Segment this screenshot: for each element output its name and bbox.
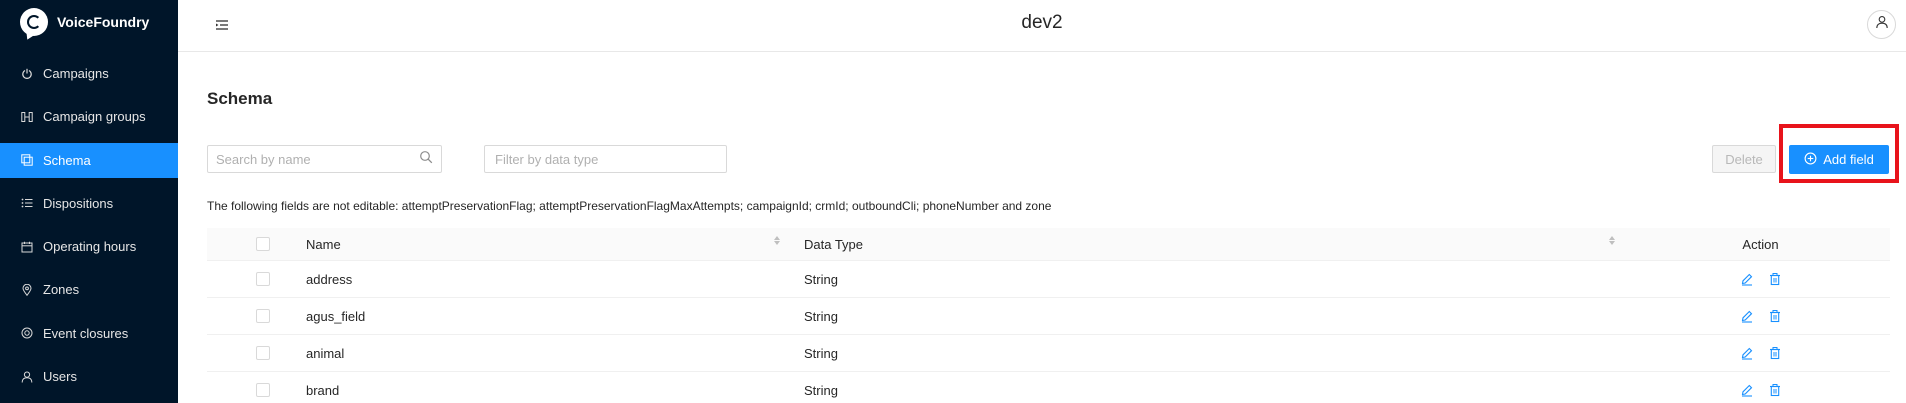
- campaign-groups-icon: [21, 111, 33, 123]
- sidebar-item-label: Event closures: [43, 325, 129, 341]
- row-checkbox-cell: [207, 346, 306, 360]
- page-title: Schema: [207, 89, 273, 108]
- sidebar-item-zones[interactable]: Zones: [0, 272, 178, 307]
- search-icon[interactable]: [419, 150, 433, 169]
- table-header: Name Data Type Action: [207, 228, 1890, 261]
- highlight-box: [1779, 124, 1899, 183]
- voicefoundry-logo-icon: [20, 8, 48, 36]
- field-name-cell: address: [306, 271, 353, 287]
- table-row: agus_field String: [207, 298, 1890, 335]
- non-editable-fields-note: The following fields are not editable: a…: [207, 199, 1052, 213]
- trash-icon[interactable]: [1768, 383, 1782, 397]
- data-type-cell: String: [804, 345, 838, 361]
- main-content: Schema Delete Add field The following fi…: [178, 52, 1906, 403]
- target-icon: [21, 327, 33, 339]
- row-checkbox-cell: [207, 309, 306, 323]
- user-avatar-button[interactable]: [1867, 10, 1896, 39]
- field-name-cell: brand: [306, 382, 340, 398]
- sidebar-nav: Campaigns Campaign groups Schema Disposi…: [0, 56, 178, 394]
- top-header: dev2: [178, 0, 1906, 52]
- sort-icon[interactable]: [774, 235, 780, 245]
- edit-icon[interactable]: [1740, 346, 1754, 360]
- user-icon: [21, 371, 33, 383]
- row-checkbox-cell: [207, 383, 306, 397]
- sidebar-item-label: Schema: [43, 152, 91, 168]
- column-header-data-type-label: Data Type: [804, 236, 864, 252]
- row-checkbox[interactable]: [256, 346, 270, 360]
- row-checkbox[interactable]: [256, 309, 270, 323]
- table-row: address String: [207, 261, 1890, 298]
- row-checkbox[interactable]: [256, 383, 270, 397]
- data-type-filter[interactable]: [484, 145, 727, 173]
- action-cell: [1631, 309, 1890, 323]
- row-checkbox-cell: [207, 272, 306, 286]
- trash-icon[interactable]: [1768, 272, 1782, 286]
- schema-table: Name Data Type Action address String agu…: [207, 228, 1890, 403]
- edit-icon[interactable]: [1740, 309, 1754, 323]
- trash-icon[interactable]: [1768, 346, 1782, 360]
- sidebar-item-campaigns[interactable]: Campaigns: [0, 56, 178, 91]
- calendar-icon: [21, 241, 33, 253]
- sidebar-item-label: Zones: [43, 282, 80, 298]
- sidebar-item-dispositions[interactable]: Dispositions: [0, 186, 178, 221]
- sidebar: VoiceFoundry Campaigns Campaign groups S…: [0, 0, 178, 403]
- sidebar-item-label: Campaigns: [43, 66, 109, 81]
- logo[interactable]: VoiceFoundry: [0, 0, 178, 44]
- action-cell: [1631, 383, 1890, 397]
- sidebar-item-users[interactable]: Users: [0, 359, 178, 394]
- column-header-action: Action: [1631, 237, 1890, 252]
- sort-icon[interactable]: [1609, 235, 1615, 245]
- app-name: VoiceFoundry: [57, 14, 150, 30]
- list-icon: [21, 197, 33, 209]
- column-header-data-type[interactable]: Data Type: [788, 235, 1631, 252]
- select-all-cell: [207, 237, 306, 251]
- schema-icon: [21, 154, 33, 166]
- power-icon: [21, 68, 33, 80]
- data-type-cell: String: [804, 382, 838, 398]
- column-header-name-label: Name: [306, 236, 341, 252]
- edit-icon[interactable]: [1740, 272, 1754, 286]
- row-checkbox[interactable]: [256, 272, 270, 286]
- sidebar-item-label: Operating hours: [43, 239, 137, 255]
- user-icon: [1875, 15, 1889, 34]
- filter-input[interactable]: [495, 151, 716, 167]
- column-header-name[interactable]: Name: [306, 235, 788, 252]
- select-all-checkbox[interactable]: [256, 237, 270, 251]
- sidebar-item-schema[interactable]: Schema: [0, 142, 178, 178]
- search-field[interactable]: [207, 145, 442, 173]
- sidebar-item-label: Users: [43, 369, 77, 385]
- table-row: brand String: [207, 372, 1890, 403]
- delete-button[interactable]: Delete: [1712, 145, 1776, 173]
- sidebar-item-operating-hours[interactable]: Operating hours: [0, 229, 178, 264]
- action-cell: [1631, 272, 1890, 286]
- trash-icon[interactable]: [1768, 309, 1782, 323]
- location-pin-icon: [21, 283, 33, 296]
- search-input[interactable]: [216, 151, 419, 167]
- field-name-cell: agus_field: [306, 308, 366, 324]
- column-header-action-label: Action: [1742, 236, 1779, 252]
- table-row: animal String: [207, 335, 1890, 372]
- page-header-title: dev2: [1021, 12, 1063, 33]
- edit-icon[interactable]: [1740, 383, 1754, 397]
- field-name-cell: animal: [306, 345, 345, 361]
- sidebar-item-event-closures[interactable]: Event closures: [0, 316, 178, 351]
- sidebar-item-campaign-groups[interactable]: Campaign groups: [0, 99, 178, 134]
- sidebar-item-label: Campaign groups: [43, 109, 146, 125]
- data-type-cell: String: [804, 271, 838, 287]
- data-type-cell: String: [804, 308, 838, 324]
- sidebar-item-label: Dispositions: [43, 195, 114, 211]
- action-cell: [1631, 346, 1890, 360]
